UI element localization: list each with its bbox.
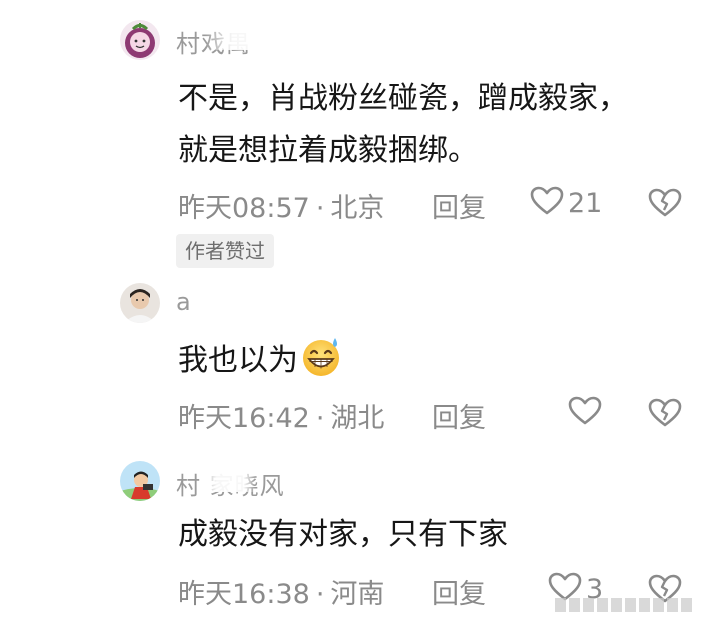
avatar[interactable] [120, 461, 160, 501]
dislike-button[interactable] [648, 188, 682, 222]
meta-separator: · [315, 193, 325, 224]
broken-heart-icon [648, 398, 682, 432]
username[interactable]: a [176, 288, 192, 316]
comment-meta: 昨天08:57 · 北京 [178, 186, 384, 225]
like-count: 21 [568, 187, 603, 219]
comment-location: 北京 [330, 193, 385, 224]
meta-separator: · [315, 579, 325, 610]
comment-meta: 昨天16:38 · 河南 [178, 572, 384, 611]
reply-button[interactable]: 回复 [432, 572, 486, 611]
comment-text-line: 成毅没有对家，只有下家 [178, 517, 508, 552]
watermark [555, 598, 705, 620]
broken-heart-icon [648, 188, 682, 222]
meta-separator: · [315, 403, 325, 434]
reply-button[interactable]: 回复 [432, 186, 486, 225]
grinning-sweat-emoji-icon [300, 334, 344, 392]
comment-time: 昨天16:38 [178, 579, 310, 610]
comment-text-line: 不是，肖战粉丝碰瓷，蹭成毅家， [178, 81, 628, 116]
heart-outline-icon [530, 186, 564, 220]
comment-location: 湖北 [330, 403, 385, 434]
comment-text-line: 我也以为 [178, 334, 344, 392]
like-button[interactable] [568, 396, 606, 430]
avatar[interactable] [120, 20, 160, 60]
comment-time: 昨天16:42 [178, 403, 310, 434]
comment-text-line: 就是想拉着成毅捆绑。 [178, 133, 478, 168]
reply-button[interactable]: 回复 [432, 396, 486, 435]
comment-text: 我也以为 [178, 343, 298, 378]
author-liked-badge: 作者赞过 [176, 234, 274, 268]
comment-meta: 昨天16:42 · 湖北 [178, 396, 384, 435]
comment-time: 昨天08:57 [178, 193, 310, 224]
comment-location: 河南 [330, 579, 385, 610]
dislike-button[interactable] [648, 398, 682, 432]
like-button[interactable]: 21 [530, 186, 602, 220]
heart-outline-icon [568, 396, 602, 430]
avatar[interactable] [120, 283, 160, 323]
